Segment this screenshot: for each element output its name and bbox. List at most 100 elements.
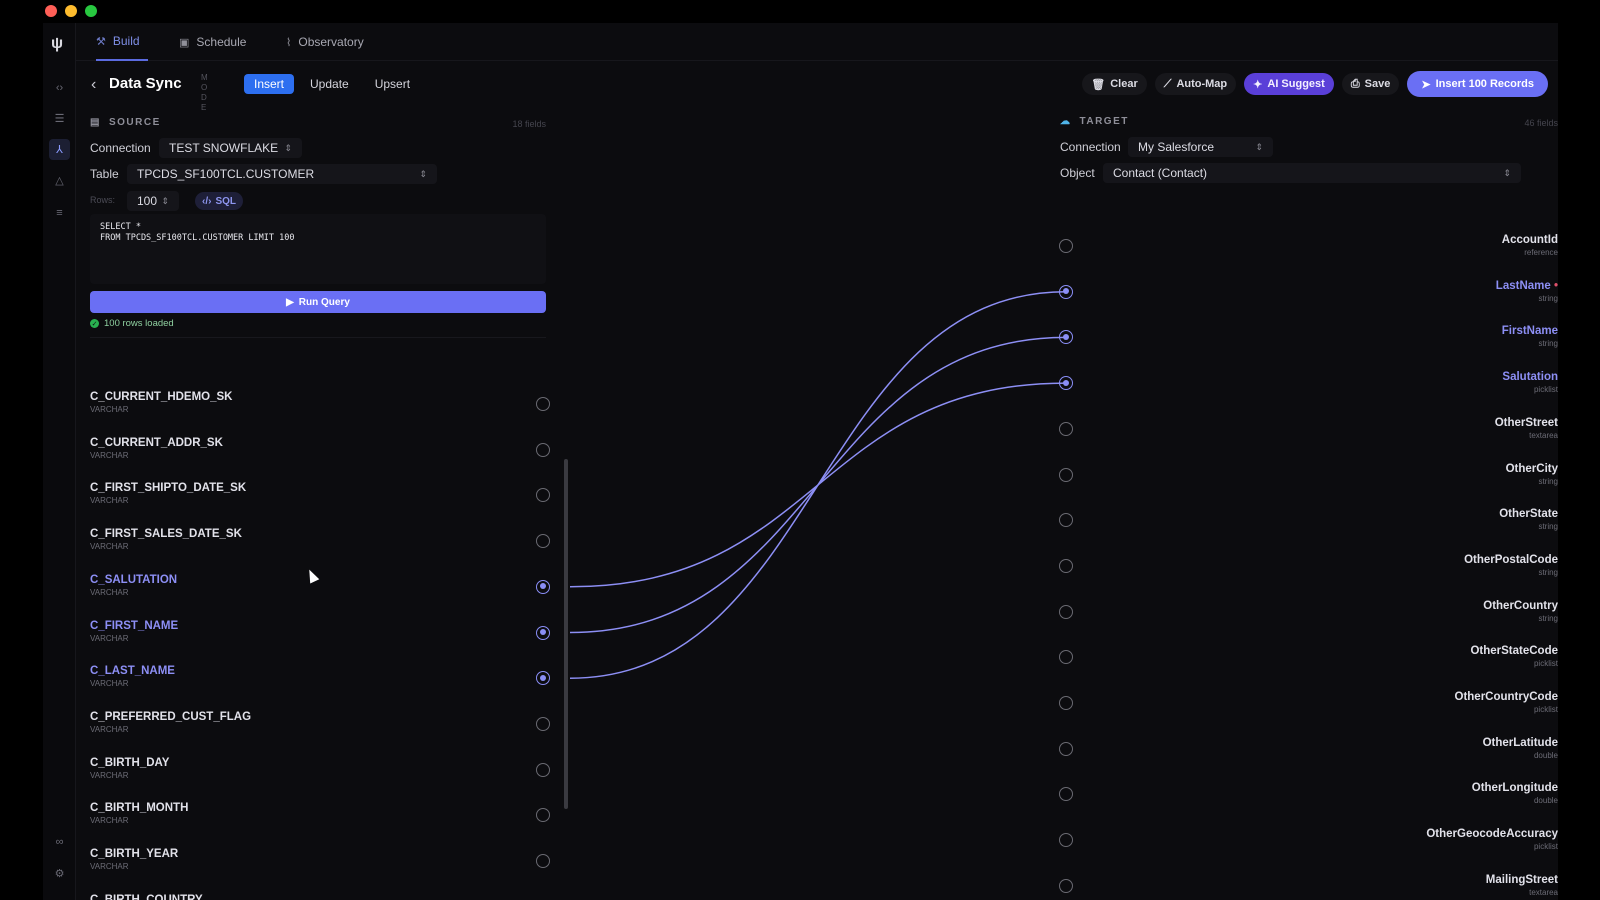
required-marker-icon: •: [1553, 279, 1558, 292]
target-field-row[interactable]: FirstName string: [1502, 325, 1558, 348]
source-scrollbar[interactable]: [564, 459, 568, 809]
mode-upsert-button[interactable]: Upsert: [365, 74, 420, 94]
target-field-row[interactable]: OtherStreet textarea: [1495, 417, 1558, 440]
target-field-row[interactable]: AccountId reference: [1502, 234, 1558, 257]
source-field-row[interactable]: C_LAST_NAME VARCHAR: [90, 665, 530, 701]
target-field-row[interactable]: OtherState string: [1499, 508, 1558, 531]
back-chevron-icon[interactable]: ‹: [91, 76, 96, 94]
source-field-row[interactable]: C_PREFERRED_CUST_FLAG VARCHAR: [90, 711, 530, 747]
minimize-window-button[interactable]: [65, 5, 77, 17]
target-connector-handle[interactable]: [1059, 741, 1073, 756]
target-connector-handle[interactable]: [1059, 787, 1073, 802]
menu-icon[interactable]: ≡: [49, 202, 70, 223]
rows-select[interactable]: 100 ⇕: [127, 191, 179, 211]
target-connector-handle[interactable]: [1059, 558, 1073, 573]
source-connection-select[interactable]: TEST SNOWFLAKE ⇕: [159, 138, 302, 158]
target-field-row[interactable]: OtherCity string: [1506, 463, 1558, 486]
mode-update-button[interactable]: Update: [300, 74, 359, 94]
target-field-row[interactable]: OtherCountryCode picklist: [1455, 691, 1559, 714]
target-object-select[interactable]: Contact (Contact) ⇕: [1103, 163, 1521, 183]
target-field-name: OtherGeocodeAccuracy: [1426, 828, 1558, 841]
binoculars-icon[interactable]: ∞: [49, 831, 70, 852]
target-field-row[interactable]: OtherCountry string: [1483, 600, 1558, 623]
target-field-name-wrap: OtherCountry: [1483, 600, 1558, 612]
target-connector-handle[interactable]: [1059, 650, 1073, 665]
source-table-select[interactable]: TPCDS_SF100TCL.CUSTOMER ⇕: [127, 164, 437, 184]
target-connector-handle[interactable]: [1059, 513, 1073, 528]
target-connector-handle[interactable]: [1059, 330, 1073, 345]
target-connector-handle[interactable]: [1059, 604, 1073, 619]
source-field-row[interactable]: C_FIRST_SHIPTO_DATE_SK VARCHAR: [90, 482, 530, 518]
object-label: Object: [1060, 166, 1095, 180]
chevron-updown-icon: ⇕: [284, 142, 292, 153]
source-field-row[interactable]: C_BIRTH_COUNTRYVARCHAR: [90, 894, 530, 900]
target-field-row[interactable]: OtherLatitude double: [1483, 737, 1558, 760]
mode-insert-button[interactable]: Insert: [244, 74, 295, 94]
ai-suggest-button[interactable]: ✦ AI Suggest: [1244, 73, 1334, 95]
target-field-name: OtherCountry: [1483, 599, 1558, 612]
tab-observatory[interactable]: ⌇ Observatory: [286, 23, 364, 61]
source-field-row[interactable]: C_CURRENT_ADDR_SK VARCHAR: [90, 437, 530, 473]
target-field-row[interactable]: OtherGeocodeAccuracy picklist: [1426, 828, 1558, 851]
source-field-row[interactable]: C_CURRENT_HDEMO_SK VARCHAR: [90, 391, 530, 427]
clear-label: Clear: [1110, 78, 1138, 90]
source-connector-handle[interactable]: [536, 442, 550, 457]
target-field-type: string: [1538, 293, 1558, 303]
target-field-name: OtherLatitude: [1482, 736, 1558, 749]
source-connector-handle[interactable]: [536, 762, 550, 777]
target-connector-handle[interactable]: [1059, 239, 1073, 253]
tab-label: Schedule: [196, 35, 247, 49]
code-icon[interactable]: ‹›: [49, 77, 70, 98]
target-field-type: picklist: [1533, 659, 1558, 669]
target-connector-handle[interactable]: [1059, 376, 1073, 391]
source-connector-handle[interactable]: [536, 397, 550, 411]
target-connector-handle[interactable]: [1059, 878, 1073, 893]
source-connector-handle[interactable]: [536, 808, 550, 823]
target-field-row[interactable]: OtherLongitude double: [1472, 782, 1558, 805]
target-connector-handle[interactable]: [1059, 467, 1073, 482]
target-field-row[interactable]: Salutation picklist: [1502, 371, 1558, 394]
target-connector-handle[interactable]: [1059, 284, 1073, 299]
tab-label: Observatory: [298, 35, 364, 49]
tab-schedule[interactable]: ▣ Schedule: [179, 23, 246, 61]
source-connector-handle[interactable]: [536, 625, 550, 640]
source-connector-handle[interactable]: [536, 854, 550, 868]
gear-icon[interactable]: ⚙: [49, 863, 70, 884]
close-window-button[interactable]: [45, 5, 57, 17]
auto-map-button[interactable]: ⟋ Auto-Map: [1154, 73, 1237, 95]
source-connector-handle[interactable]: [536, 488, 550, 503]
clear-button[interactable]: 🗑︎ Clear: [1082, 73, 1147, 95]
sql-toggle-button[interactable]: ‹/› SQL: [195, 192, 244, 210]
target-field-name: FirstName: [1501, 325, 1558, 338]
source-field-row[interactable]: C_BIRTH_MONTH VARCHAR: [90, 802, 530, 838]
chart-icon: ⌇: [286, 36, 292, 49]
run-query-button[interactable]: ▶ Run Query: [90, 291, 546, 313]
target-connector-handle[interactable]: [1059, 833, 1073, 848]
target-connector-handle[interactable]: [1059, 421, 1073, 436]
divider: [90, 337, 546, 338]
target-connector-handle[interactable]: [1059, 696, 1073, 710]
target-connection-select[interactable]: My Salesforce ⇕: [1128, 137, 1273, 157]
source-field-row[interactable]: C_FIRST_NAME VARCHAR: [90, 620, 530, 656]
target-field-row[interactable]: OtherPostalCode string: [1464, 554, 1558, 577]
source-field-name: C_BIRTH_DAY: [90, 756, 170, 769]
source-connector-handle[interactable]: [536, 671, 550, 686]
target-field-row[interactable]: MailingStreet textarea: [1486, 874, 1558, 897]
source-connector-handle[interactable]: [536, 716, 550, 731]
target-field-row[interactable]: LastName • string: [1496, 280, 1558, 303]
source-field-type: VARCHAR: [90, 496, 129, 506]
source-field-row[interactable]: C_BIRTH_YEAR VARCHAR: [90, 848, 530, 884]
source-connector-handle[interactable]: [536, 534, 550, 549]
sql-editor[interactable]: SELECT * FROM TPCDS_SF100TCL.CUSTOMER LI…: [90, 214, 546, 284]
target-field-row[interactable]: OtherStateCode picklist: [1470, 645, 1558, 668]
maximize-window-button[interactable]: [85, 5, 97, 17]
triangle-icon[interactable]: △: [49, 170, 70, 191]
insert-records-button[interactable]: ➤ Insert 100 Records: [1407, 71, 1548, 97]
source-field-row[interactable]: C_BIRTH_DAY VARCHAR: [90, 757, 530, 793]
tab-build[interactable]: ⚒ Build: [96, 23, 148, 61]
source-connector-handle[interactable]: [536, 579, 550, 594]
source-field-row[interactable]: C_FIRST_SALES_DATE_SK VARCHAR: [90, 528, 530, 564]
save-button[interactable]: ⎙ Save: [1341, 73, 1400, 95]
flow-icon[interactable]: ⅄: [49, 139, 70, 160]
list-icon[interactable]: ☰: [49, 108, 70, 129]
